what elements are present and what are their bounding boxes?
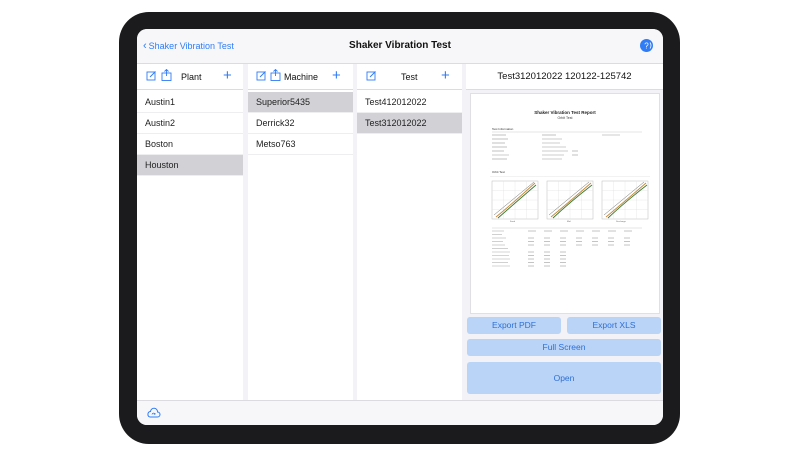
machine-list-item[interactable]: Metso763 — [248, 134, 353, 155]
plant-list-item[interactable]: Boston — [137, 134, 243, 155]
report-data-table — [492, 227, 642, 267]
machine-column-title: Machine — [284, 72, 319, 82]
test-column: Test + Test412012022 Test312012022 — [357, 64, 462, 400]
plant-list-item[interactable]: Austin1 — [137, 92, 243, 113]
share-icon[interactable] — [270, 68, 281, 84]
report-preview[interactable]: Shaker Vibration Test Report Orbit Test … — [470, 93, 660, 314]
plant-column-header: Plant + — [137, 64, 243, 90]
test-column-title: Test — [401, 72, 418, 82]
report-section-orbit: Orbit Test — [492, 170, 505, 174]
export-pdf-button[interactable]: Export PDF — [467, 317, 561, 334]
add-machine-button[interactable]: + — [332, 68, 341, 83]
bottom-toolbar — [137, 400, 663, 425]
help-icon[interactable]: ? — [640, 39, 653, 52]
report-subtitle: Orbit Test — [557, 116, 573, 120]
orbit-plot-discharge — [601, 180, 649, 220]
detail-header: Test312012022 120122-125742 — [497, 71, 632, 82]
app-screen: ‹ Shaker Vibration Test Shaker Vibration… — [137, 29, 663, 425]
report-title: Shaker Vibration Test Report — [534, 110, 596, 115]
orbit-plots — [490, 176, 650, 220]
cloud-sync-icon[interactable] — [146, 406, 161, 424]
machine-column: Machine + Superior5435 Derrick32 Metso76… — [248, 64, 353, 400]
full-screen-button[interactable]: Full Screen — [467, 339, 661, 356]
share-icon[interactable] — [161, 68, 172, 84]
test-list-item-selected[interactable]: Test312012022 — [357, 113, 462, 134]
machine-list-item-selected[interactable]: Superior5435 — [248, 92, 353, 113]
orbit-plot-label-feed: Feed — [510, 221, 515, 223]
detail-panel: Test312012022 120122-125742 Shaker Vibra… — [466, 64, 663, 400]
test-list-item[interactable]: Test412012022 — [357, 92, 462, 113]
orbit-plot-feed — [491, 180, 539, 220]
page-title: Shaker Vibration Test — [349, 40, 451, 51]
report-info-lines — [492, 131, 642, 160]
test-column-header: Test + — [357, 64, 462, 90]
plant-list-item-selected[interactable]: Houston — [137, 155, 243, 176]
machine-list-item[interactable]: Derrick32 — [248, 113, 353, 134]
add-test-button[interactable]: + — [441, 68, 450, 83]
export-xls-button[interactable]: Export XLS — [567, 317, 661, 334]
edit-icon[interactable] — [366, 70, 377, 84]
open-button[interactable]: Open — [467, 362, 661, 394]
plant-column-title: Plant — [181, 72, 202, 82]
orbit-plot-label-discharge: Discharge — [616, 221, 626, 223]
plant-list-item[interactable]: Austin2 — [137, 113, 243, 134]
add-plant-button[interactable]: + — [223, 68, 232, 83]
detail-header-bar: Test312012022 120122-125742 — [466, 64, 663, 90]
svg-text:?: ? — [644, 42, 649, 51]
plant-column: Plant + Austin1 Austin2 Boston Houston — [137, 64, 243, 400]
edit-icon[interactable] — [256, 70, 267, 84]
edit-icon[interactable] — [146, 70, 157, 84]
orbit-plot-label-mid: Mid — [567, 221, 571, 223]
machine-column-header: Machine + — [248, 64, 353, 90]
orbit-plot-mid — [546, 180, 594, 220]
navigation-bar: ‹ Shaker Vibration Test Shaker Vibration… — [137, 29, 663, 64]
